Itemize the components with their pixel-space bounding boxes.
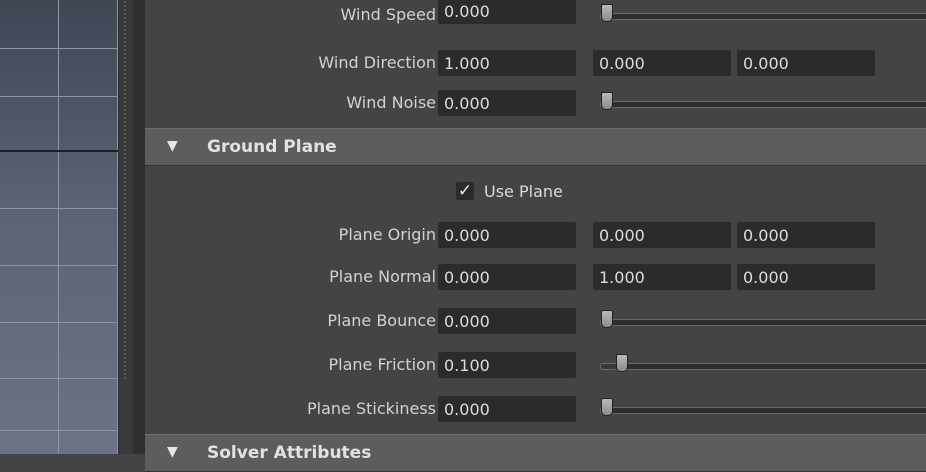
grid-line: [0, 430, 118, 431]
plane-bounce-slider[interactable]: [600, 310, 926, 328]
use-plane-row: ✓ Use Plane: [145, 178, 926, 208]
plane-stickiness-slider[interactable]: [600, 398, 926, 416]
plane-bounce-label: Plane Bounce: [327, 311, 436, 330]
grid-line: [0, 322, 118, 323]
slider-handle[interactable]: [601, 310, 613, 328]
triangle-down-icon[interactable]: ▼: [167, 444, 178, 460]
plane-friction-label: Plane Friction: [328, 355, 436, 374]
use-plane-checkbox[interactable]: ✓: [456, 182, 474, 200]
wind-direction-label: Wind Direction: [318, 53, 436, 72]
grid-line: [58, 0, 59, 454]
wind-speed-row: Wind Speed 0.000: [145, 0, 926, 30]
plane-bounce-field[interactable]: 0.000: [438, 308, 576, 334]
plane-origin-z-field[interactable]: 0.000: [737, 222, 875, 248]
plane-origin-label: Plane Origin: [338, 225, 436, 244]
wind-noise-label: Wind Noise: [346, 93, 436, 112]
section-title: Solver Attributes: [207, 443, 372, 463]
plane-friction-slider[interactable]: [600, 354, 926, 372]
wind-noise-slider[interactable]: [600, 92, 926, 110]
plane-stickiness-row: Plane Stickiness 0.000: [145, 394, 926, 424]
grid-axis-line: [0, 150, 118, 152]
ground-plane-section-header[interactable]: ▼ Ground Plane: [145, 128, 926, 166]
plane-normal-x-field[interactable]: 0.000: [438, 264, 576, 290]
plane-stickiness-label: Plane Stickiness: [306, 399, 436, 418]
solver-attributes-section-header[interactable]: ▼ Solver Attributes: [145, 434, 926, 472]
wind-speed-slider[interactable]: [600, 4, 926, 22]
wind-speed-label: Wind Speed: [340, 5, 436, 24]
grid-line: [0, 378, 118, 379]
plane-normal-label: Plane Normal: [329, 267, 436, 286]
grid-line: [0, 48, 118, 49]
grid-line: [0, 208, 118, 209]
plane-friction-row: Plane Friction 0.100: [145, 350, 926, 380]
plane-friction-field[interactable]: 0.100: [438, 352, 576, 378]
plane-stickiness-field[interactable]: 0.000: [438, 396, 576, 422]
wind-noise-field[interactable]: 0.000: [438, 90, 576, 116]
plane-origin-row: Plane Origin 0.000 0.000 0.000: [145, 220, 926, 250]
triangle-down-icon[interactable]: ▼: [167, 138, 178, 154]
grid-line: [0, 96, 118, 97]
grid-line: [0, 265, 118, 266]
wind-direction-x-field[interactable]: 1.000: [438, 50, 576, 76]
splitter-grip: [123, 0, 127, 380]
slider-handle[interactable]: [601, 4, 613, 22]
slider-handle[interactable]: [601, 398, 613, 416]
pane-splitter[interactable]: [118, 0, 134, 454]
slider-handle[interactable]: [615, 354, 628, 372]
section-title: Ground Plane: [207, 137, 337, 157]
plane-normal-row: Plane Normal 0.000 1.000 0.000: [145, 262, 926, 292]
viewport-grid[interactable]: [0, 0, 118, 454]
plane-normal-y-field[interactable]: 1.000: [593, 264, 731, 290]
wind-speed-field[interactable]: 0.000: [438, 0, 576, 24]
slider-handle[interactable]: [601, 92, 613, 110]
plane-origin-x-field[interactable]: 0.000: [438, 222, 576, 248]
attribute-editor-panel: Wind Speed 0.000 Wind Direction 1.000 0.…: [145, 0, 926, 472]
use-plane-label[interactable]: Use Plane: [484, 178, 563, 206]
wind-noise-row: Wind Noise 0.000: [145, 88, 926, 118]
wind-direction-row: Wind Direction 1.000 0.000 0.000: [145, 48, 926, 78]
wind-direction-z-field[interactable]: 0.000: [737, 50, 875, 76]
plane-normal-z-field[interactable]: 0.000: [737, 264, 875, 290]
panel-edge: [133, 0, 145, 454]
plane-bounce-row: Plane Bounce 0.000: [145, 306, 926, 336]
wind-direction-y-field[interactable]: 0.000: [593, 50, 731, 76]
plane-origin-y-field[interactable]: 0.000: [593, 222, 731, 248]
